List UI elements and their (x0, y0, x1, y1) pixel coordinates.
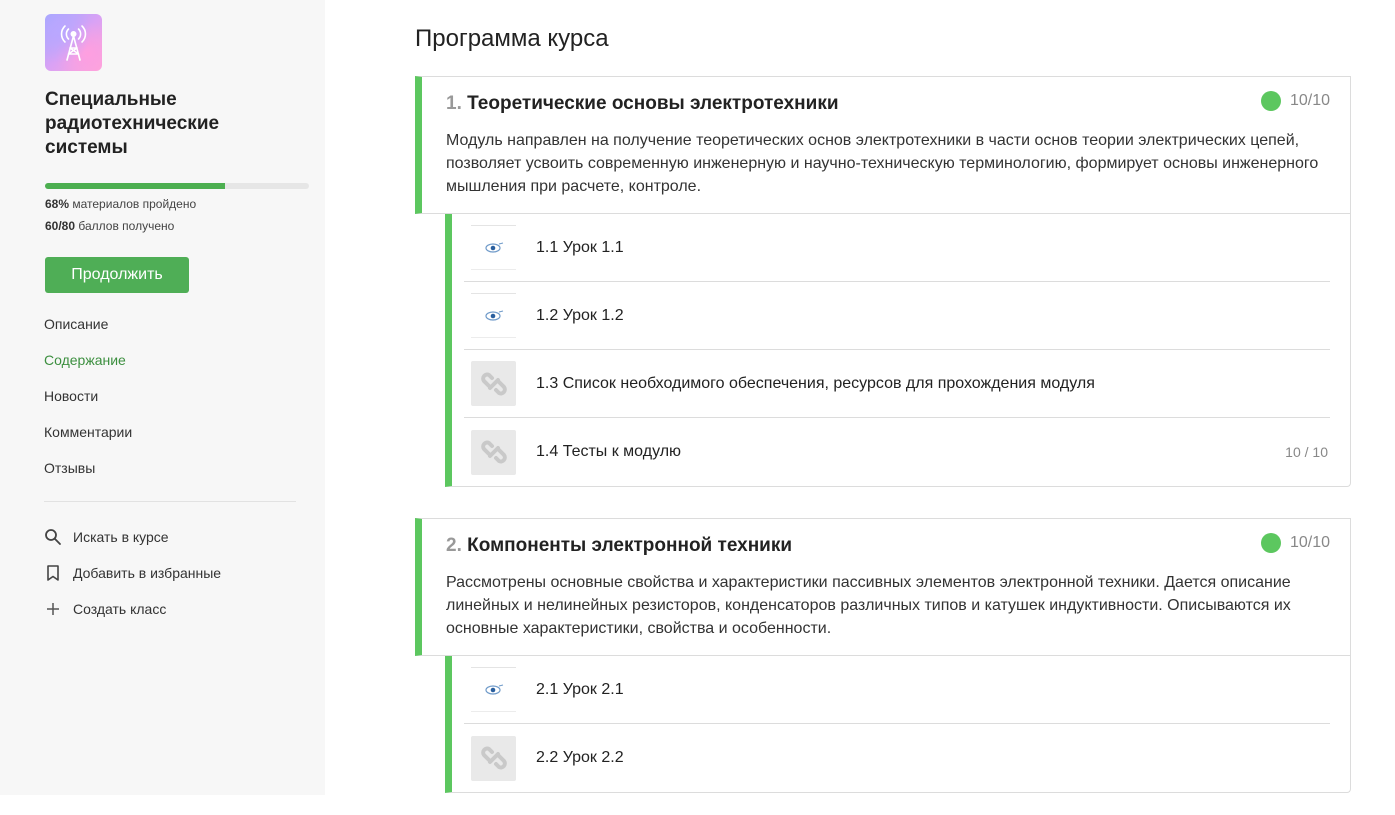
course-logo[interactable] (45, 14, 102, 71)
lesson-item[interactable]: 1.1 Урок 1.1 (464, 214, 1330, 282)
search-icon (44, 528, 62, 546)
create-class-action[interactable]: Создать класс (44, 591, 221, 627)
module-title-text: Теоретические основы электротехники (467, 93, 839, 114)
lesson-item[interactable]: 2.1 Урок 2.1 (464, 656, 1330, 724)
module-card: 1. Теоретические основы электротехники 1… (415, 76, 1351, 487)
points-stat: 60/80 баллов получено (45, 219, 174, 233)
lesson-title: 1.4 Тесты к модулю (536, 443, 682, 460)
continue-button[interactable]: Продолжить (45, 257, 189, 293)
link-icon (480, 372, 507, 395)
lesson-title: 1.3 Список необходимого обеспечения, рес… (536, 374, 1095, 392)
link-icon (480, 746, 507, 770)
points-value: 60/80 (45, 219, 76, 233)
lesson-score: 10 / 10 (1285, 444, 1328, 460)
completed-status-icon (1260, 91, 1281, 111)
module-description: Модуль направлен на получение теоретичес… (446, 132, 1319, 195)
link-icon (480, 440, 507, 464)
video-eye-icon (484, 310, 503, 321)
lesson-title: 1.2 Урок 1.2 (536, 306, 624, 324)
module-number: 2. (446, 535, 462, 556)
progress-bar (45, 183, 309, 189)
nav-reviews[interactable]: Отзывы (44, 460, 132, 496)
course-title: Специальные радиотехнические системы (45, 89, 220, 158)
search-course-action[interactable]: Искать в курсе (44, 519, 221, 555)
lesson-thumbnail-image (471, 225, 516, 270)
module-description: Рассмотрены основные свойства и характер… (446, 574, 1291, 637)
add-favorite-action[interactable]: Добавить в избранные (44, 555, 221, 591)
module-header[interactable]: 1. Теоретические основы электротехники 1… (415, 76, 1351, 214)
lesson-title: 1.1 Урок 1.1 (536, 238, 624, 256)
lesson-thumbnail-link (471, 429, 516, 475)
module-score: 10/10 (1260, 91, 1330, 111)
bookmark-icon (44, 564, 62, 582)
completed-status-icon (1260, 533, 1281, 553)
nav-description[interactable]: Описание (44, 316, 132, 352)
module-header[interactable]: 2. Компоненты электронной техники 10/10 … (415, 518, 1351, 656)
sidebar: Специальные радиотехнические системы 68%… (0, 0, 325, 795)
materials-text: материалов пройдено (69, 197, 197, 211)
lesson-thumbnail-image (471, 667, 516, 712)
materials-percent: 68% (45, 197, 70, 211)
materials-stat: 68% материалов пройдено (45, 197, 196, 211)
lesson-thumbnail-link (471, 735, 516, 781)
search-course-label: Искать в курсе (73, 529, 169, 545)
course-nav: Описание Содержание Новости Комментарии … (44, 316, 132, 496)
module-number: 1. (446, 93, 462, 114)
lesson-thumbnail-image (471, 293, 516, 338)
sidebar-divider (44, 501, 296, 502)
progress-fill (45, 183, 225, 189)
module-score: 10/10 (1260, 533, 1330, 553)
module-title: 2. Компоненты электронной техники (446, 535, 1330, 557)
video-eye-icon (484, 242, 503, 253)
plus-icon (44, 600, 62, 618)
lesson-thumbnail-link (471, 361, 516, 406)
nav-news[interactable]: Новости (44, 388, 132, 424)
video-eye-icon (484, 684, 503, 695)
lesson-item[interactable]: 1.3 Список необходимого обеспечения, рес… (464, 350, 1330, 418)
points-text: баллов получено (75, 219, 175, 233)
course-actions: Искать в курсе Добавить в избранные Созд… (44, 519, 221, 627)
module-score-value: 10/10 (1289, 92, 1330, 109)
add-favorite-label: Добавить в избранные (73, 565, 222, 581)
module-title: 1. Теоретические основы электротехники (446, 93, 1330, 115)
module-title-text: Компоненты электронной техники (467, 535, 793, 556)
lesson-item[interactable]: 1.2 Урок 1.2 (464, 282, 1330, 350)
module-card: 2. Компоненты электронной техники 10/10 … (415, 518, 1351, 793)
page-title: Программа курса (415, 25, 609, 52)
lesson-list: 2.1 Урок 2.1 2.2 Урок 2.2 (445, 656, 1351, 793)
create-class-label: Создать класс (73, 601, 167, 617)
lesson-title: 2.1 Урок 2.1 (536, 680, 624, 698)
lesson-item[interactable]: 1.4 Тесты к модулю 10 / 10 (464, 418, 1330, 486)
module-score-value: 10/10 (1289, 534, 1330, 551)
nav-contents[interactable]: Содержание (44, 352, 132, 388)
lesson-item[interactable]: 2.2 Урок 2.2 (464, 724, 1330, 792)
lesson-title: 2.2 Урок 2.2 (536, 749, 624, 766)
nav-comments[interactable]: Комментарии (44, 424, 132, 460)
lesson-list: 1.1 Урок 1.1 1.2 Урок 1.2 1.3 Список нео… (445, 214, 1351, 487)
radio-tower-icon (60, 25, 87, 61)
